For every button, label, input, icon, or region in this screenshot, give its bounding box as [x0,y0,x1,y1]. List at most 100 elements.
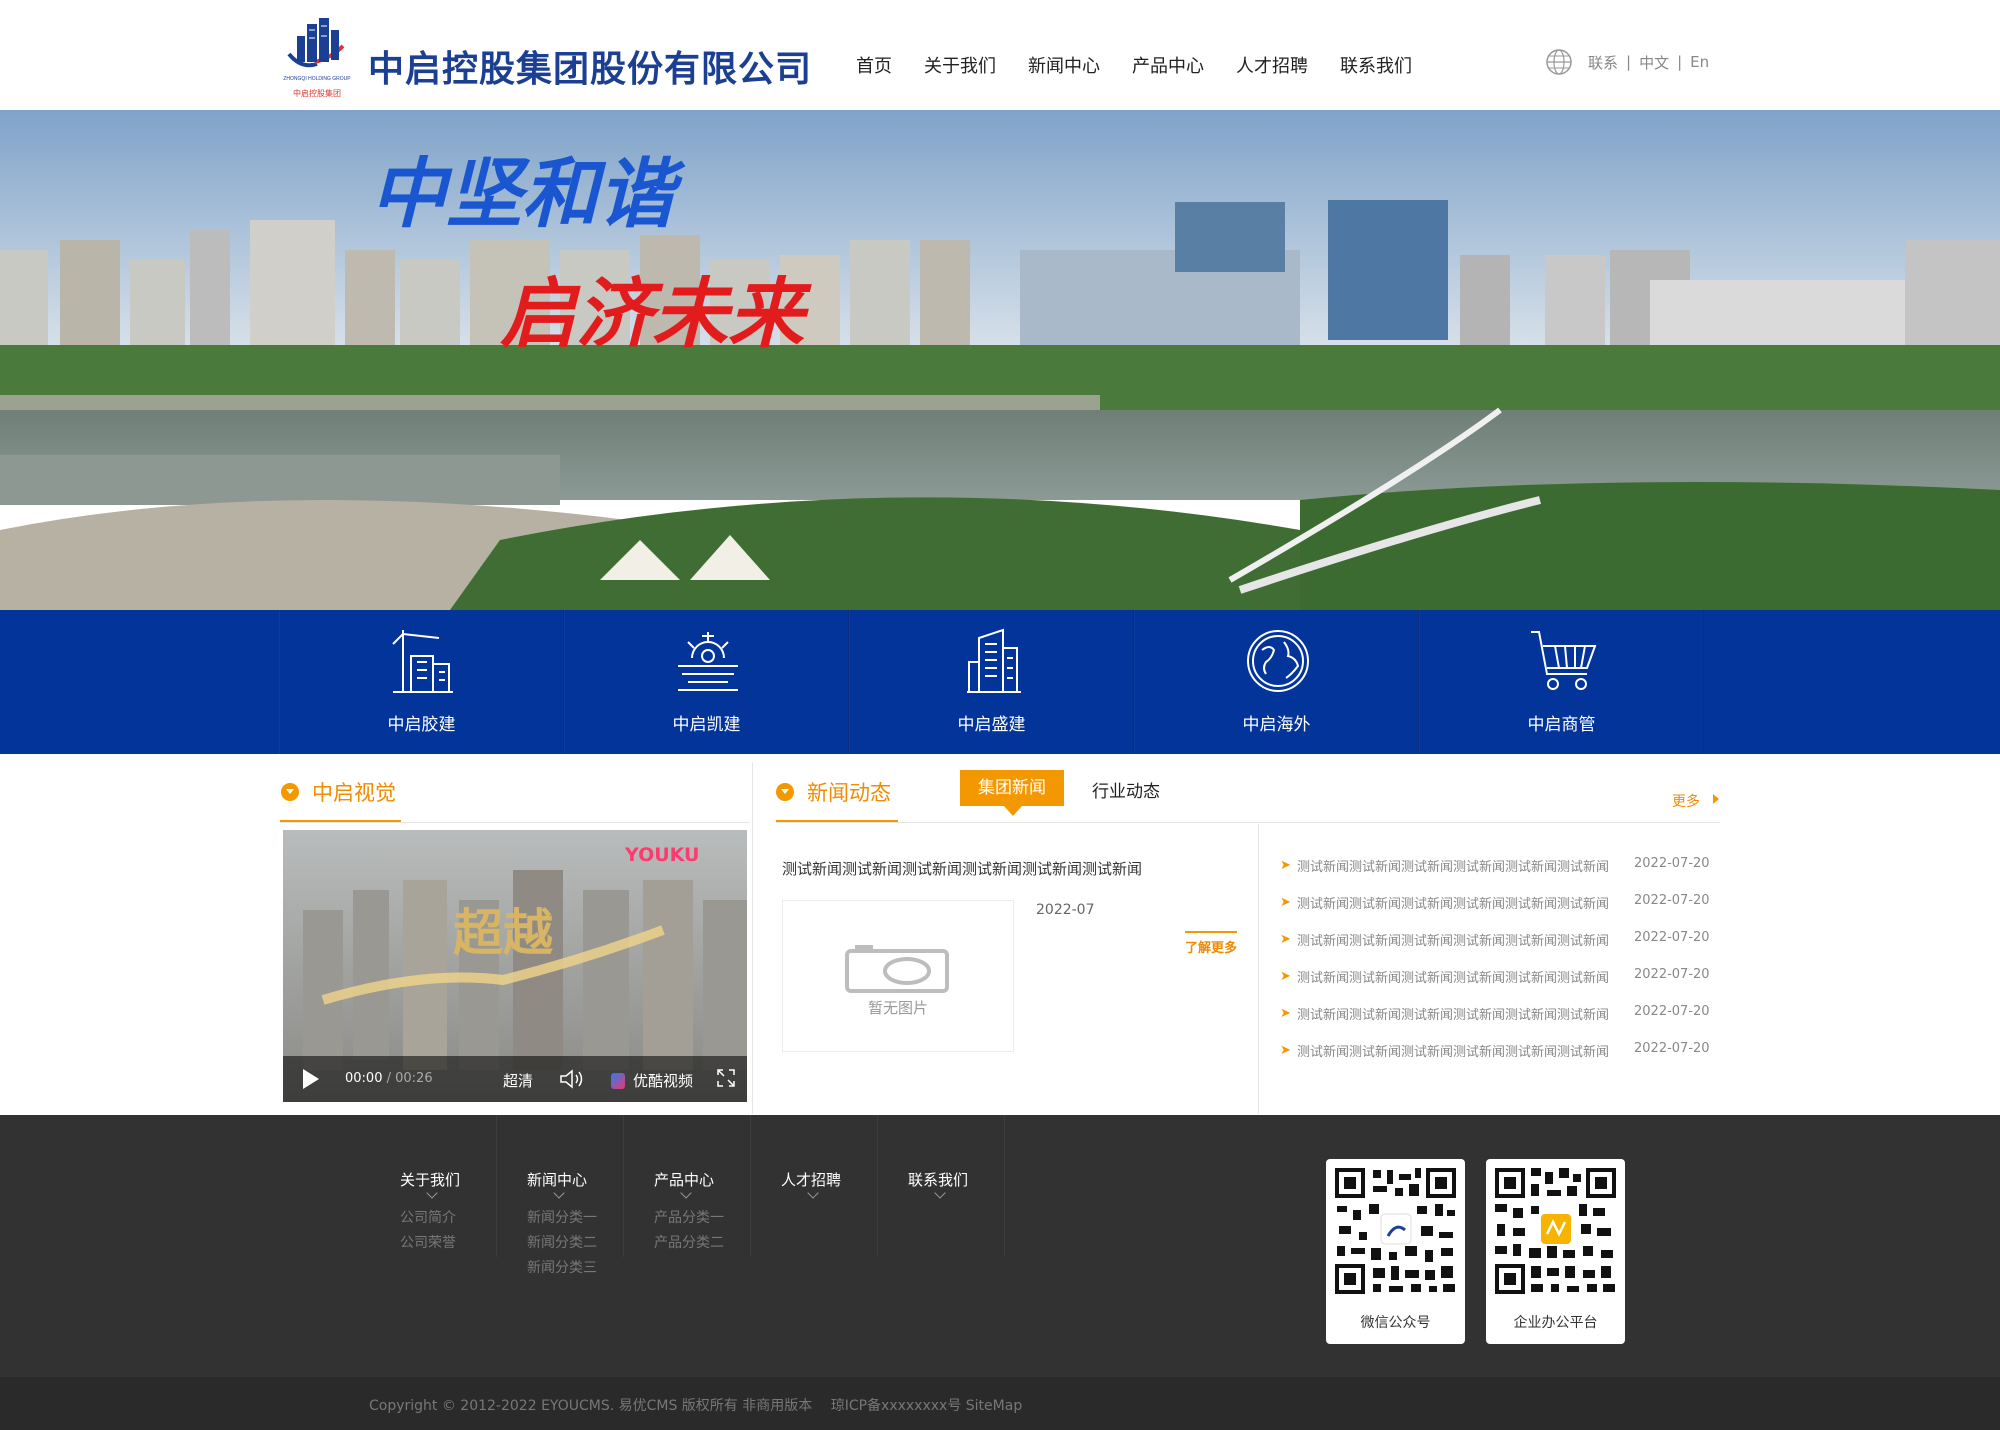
video-time: 00:00 / 00:26 [345,1071,433,1086]
qr-card-wechat: 微信公众号 [1326,1159,1465,1344]
business-label: 中启凯建 [672,715,741,735]
globe-icon [1546,49,1572,75]
crane-building-icon [392,630,453,693]
column-divider [752,762,753,1114]
arrow-right-icon [1713,794,1719,804]
chevron-circle-icon [776,783,794,801]
lang-separator: | [1677,53,1683,71]
company-name[interactable]: 中启控股集团股份有限公司 [368,40,812,92]
banner-slogan-line2: 启济未来 [500,269,812,358]
qr-label: 企业办公平台 [1513,1315,1598,1331]
volume-icon[interactable] [559,1068,585,1090]
chevron-circle-icon [281,783,299,801]
footer-link[interactable]: 公司荣誉 [400,1232,456,1252]
footer-column-title[interactable]: 关于我们 [400,1169,460,1190]
nav-item-about[interactable]: 关于我们 [924,52,996,78]
news-item-date: 2022-07-20 [1634,1004,1710,1019]
divider [280,822,750,823]
banner-slogan-line1: 中坚和谐 [370,149,686,238]
arrow-icon: ➤ [1280,1006,1291,1021]
footer-column-about: 关于我们 公司简介 公司荣誉 [370,1115,497,1257]
news-item-date: 2022-07-20 [1634,893,1710,908]
news-item-date: 2022-07-20 [1634,967,1710,982]
page: ZHONGQI HOLDING GROUP 中启控股集团 中启控股集团股份有限公… [0,0,2000,1430]
business-label: 中启商管 [1527,715,1596,735]
news-item-title: 测试新闻测试新闻测试新闻测试新闻测试新闻测试新闻 [1297,1045,1610,1060]
nav-item-home[interactable]: 首页 [856,52,892,78]
news-list-item[interactable]: ➤ 测试新闻测试新闻测试新闻测试新闻测试新闻测试新闻 2022-07-20 [1280,965,1710,1002]
nav-item-careers[interactable]: 人才招聘 [1236,52,1308,78]
divider [776,822,1720,823]
youku-icon [611,1072,625,1089]
logo-sub: ZHONGQI HOLDING GROUP [283,76,351,82]
footer-column-careers: 人才招聘 [751,1115,878,1257]
footer-column-title[interactable]: 新闻中心 [527,1169,587,1190]
footer-link[interactable]: 产品分类一 [654,1207,724,1227]
news-item-title: 测试新闻测试新闻测试新闻测试新闻测试新闻测试新闻 [1297,971,1610,986]
logo-text: 中启控股集团 [293,88,341,98]
footer: 关于我们 公司简介 公司荣誉 新闻中心 新闻分类一 新闻分类二 新闻分类三 产品… [0,1115,2000,1377]
footer-column-title[interactable]: 产品中心 [654,1169,714,1190]
news-column-divider [1258,824,1259,1114]
business-item-jiaojian[interactable]: 中启胶建 [279,610,564,754]
footer-link[interactable]: 新闻分类一 [527,1207,597,1227]
business-label: 中启盛建 [957,715,1026,735]
business-label: 中启海外 [1242,715,1311,735]
play-icon[interactable] [303,1069,319,1089]
feature-news-image[interactable]: 暂无图片 [782,900,1014,1052]
tab-industry-news[interactable]: 行业动态 [1092,777,1160,802]
footer-link[interactable]: 产品分类二 [654,1232,724,1252]
lang-en-link[interactable]: En [1690,53,1709,71]
footer-link[interactable]: 公司简介 [400,1207,456,1227]
learn-more-link[interactable]: 了解更多 [1185,937,1237,956]
arrow-icon: ➤ [1280,858,1291,873]
video-controls: 00:00 / 00:26 超清 优酷视频 [283,1056,747,1102]
news-list-item[interactable]: ➤ 测试新闻测试新闻测试新闻测试新闻测试新闻测试新闻 2022-07-20 [1280,891,1710,928]
nav-item-products[interactable]: 产品中心 [1132,52,1204,78]
vision-title: 中启视觉 [312,781,396,805]
business-label: 中启胶建 [387,715,456,735]
video-overlay-text: 超越 [453,903,554,962]
business-item-shangguan[interactable]: 中启商管 [1419,610,1704,754]
news-list-item[interactable]: ➤ 测试新闻测试新闻测试新闻测试新闻测试新闻测试新闻 2022-07-20 [1280,1002,1710,1039]
feature-news-title[interactable]: 测试新闻测试新闻测试新闻测试新闻测试新闻测试新闻 [782,858,1142,879]
office-building-icon [967,628,1021,693]
footer-column-news: 新闻中心 新闻分类一 新闻分类二 新闻分类三 [497,1115,624,1276]
nav-item-contact[interactable]: 联系我们 [1340,52,1412,78]
main-nav: 首页 关于我们 新闻中心 产品中心 人才招聘 联系我们 [856,52,1444,78]
footer-column-title[interactable]: 人才招聘 [781,1169,841,1190]
youku-video-link[interactable]: 优酷视频 [611,1070,693,1091]
quality-button[interactable]: 超清 [503,1070,533,1091]
news-item-title: 测试新闻测试新闻测试新闻测试新闻测试新闻测试新闻 [1297,897,1610,912]
nav-item-news[interactable]: 新闻中心 [1028,52,1100,78]
copyright-bar: Copyright © 2012-2022 EYOUCMS. 易优CMS 版权所… [0,1377,2000,1430]
hero-banner[interactable]: 中坚和谐 启济未来 [0,110,2000,610]
time-total: / 00:26 [386,1071,433,1086]
vision-heading: 中启视觉 [281,777,396,807]
brand-label: 优酷视频 [633,1072,694,1090]
footer-link[interactable]: 新闻分类二 [527,1232,597,1252]
lang-zh-link[interactable]: 中文 [1639,52,1669,73]
news-list-item[interactable]: ➤ 测试新闻测试新闻测试新闻测试新闻测试新闻测试新闻 2022-07-20 [1280,1039,1710,1076]
footer-link[interactable]: 新闻分类三 [527,1257,597,1277]
arrow-icon: ➤ [1280,932,1291,947]
language-switcher: 联系 | 中文 | En [1544,47,1709,77]
footer-column-title[interactable]: 联系我们 [908,1169,968,1190]
business-item-kaijian[interactable]: 中启凯建 [564,610,849,754]
business-item-shengjian[interactable]: 中启盛建 [849,610,1134,754]
video-player[interactable]: 超越 YOUKU 00:00 / 00:26 超清 优酷视频 [283,830,747,1102]
lang-separator: | [1626,53,1632,71]
news-list-item[interactable]: ➤ 测试新闻测试新闻测试新闻测试新闻测试新闻测试新闻 2022-07-20 [1280,928,1710,965]
news-heading: 新闻动态 [776,777,891,807]
news-list-item[interactable]: ➤ 测试新闻测试新闻测试新闻测试新闻测试新闻测试新闻 2022-07-20 [1280,854,1710,891]
more-link[interactable]: 更多 [1672,791,1700,811]
lang-contact-link[interactable]: 联系 [1588,52,1618,73]
news-item-date: 2022-07-20 [1634,1041,1710,1056]
shopping-cart-icon [1531,631,1597,690]
header: ZHONGQI HOLDING GROUP 中启控股集团 中启控股集团股份有限公… [0,0,2000,110]
tab-group-news[interactable]: 集团新闻 [960,770,1064,816]
no-image-label: 暂无图片 [867,999,928,1017]
logo[interactable]: ZHONGQI HOLDING GROUP 中启控股集团 [281,14,353,104]
fullscreen-icon[interactable] [716,1068,736,1088]
business-item-haiwai[interactable]: 中启海外 [1134,610,1419,754]
